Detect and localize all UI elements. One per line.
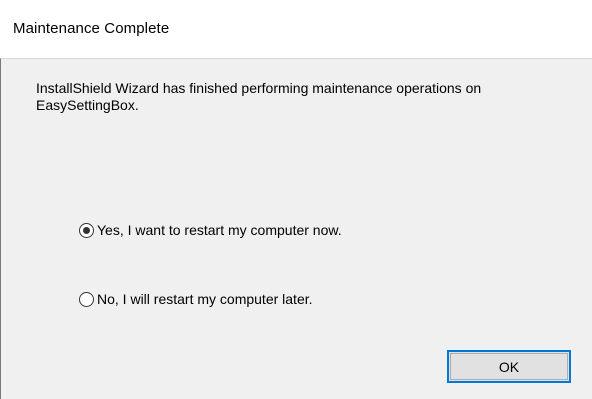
restart-later-radio[interactable] [79,291,94,307]
title-bar[interactable]: Maintenance Complete [0,0,592,58]
restart-later-label[interactable]: No, I will restart my computer later. [97,291,313,307]
ok-button[interactable]: OK [447,350,571,383]
restart-now-radio[interactable] [79,222,94,238]
dialog-content: InstallShield Wizard has finished perfor… [0,58,592,399]
radio-selected-dot [83,226,90,234]
restart-later-option[interactable]: No, I will restart my computer later. [79,291,313,307]
restart-now-option[interactable]: Yes, I want to restart my computer now. [79,222,342,238]
dialog-window: Maintenance Complete InstallShield Wizar… [0,0,592,399]
completion-message: InstallShield Wizard has finished perfor… [36,80,482,113]
restart-now-label[interactable]: Yes, I want to restart my computer now. [97,222,342,238]
window-title: Maintenance Complete [13,20,170,37]
ok-button-label: OK [498,358,520,375]
